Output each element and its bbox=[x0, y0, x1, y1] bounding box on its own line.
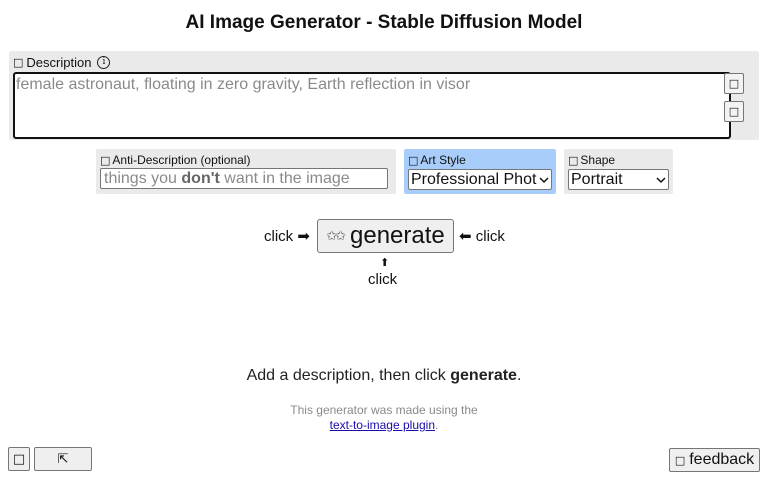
click-hint-below: click bbox=[368, 271, 398, 288]
footer-button-1[interactable]: □ bbox=[8, 447, 30, 471]
generate-row: click ➡ ✩✩ generate ⬅ click bbox=[0, 218, 768, 254]
art-style-panel: □ Art Style Professional Photo bbox=[404, 149, 556, 194]
shape-label-icon: □ bbox=[568, 153, 579, 167]
chevron-down-icon bbox=[539, 176, 549, 183]
shape-label: Shape bbox=[580, 153, 616, 167]
description-label-row: □ Description i bbox=[13, 55, 111, 70]
click-hint-right: ⬅ click bbox=[459, 228, 505, 245]
instruction-text: Add a description, then click generate. bbox=[246, 367, 522, 384]
description-panel: □ Description i bbox=[9, 51, 759, 140]
feedback-icon: □ bbox=[674, 453, 686, 467]
anti-description-label-icon: □ bbox=[100, 153, 111, 167]
art-style-label: Art Style bbox=[420, 153, 466, 167]
credit-line: This generator was made using the bbox=[290, 403, 478, 417]
art-style-label-row: □ Art Style bbox=[408, 153, 466, 167]
feedback-button[interactable]: □ feedback bbox=[669, 448, 760, 472]
plugin-link[interactable]: text-to-image plugin bbox=[330, 418, 435, 432]
art-style-selected: Professional Photo bbox=[411, 170, 537, 188]
page-title: AI Image Generator - Stable Diffusion Mo… bbox=[185, 12, 583, 33]
description-label-icon: □ bbox=[13, 56, 24, 69]
anti-description-input[interactable] bbox=[100, 168, 388, 189]
chevron-down-icon bbox=[656, 176, 666, 183]
description-side-button-1[interactable]: □ bbox=[724, 73, 744, 94]
anti-description-label-row: □ Anti-Description (optional) bbox=[100, 153, 250, 167]
generate-button[interactable]: ✩✩ generate bbox=[317, 219, 454, 253]
shape-label-row: □ Shape bbox=[568, 153, 615, 167]
art-style-label-icon: □ bbox=[408, 153, 419, 167]
shape-selected: Portrait bbox=[571, 170, 623, 188]
anti-description-panel: □ Anti-Description (optional) things you… bbox=[96, 149, 396, 194]
info-icon[interactable]: i bbox=[97, 56, 111, 69]
art-style-select[interactable]: Professional Photo bbox=[408, 169, 552, 190]
shape-panel: □ Shape Portrait bbox=[564, 149, 673, 194]
description-label: Description bbox=[26, 55, 92, 70]
description-textarea[interactable] bbox=[13, 72, 731, 139]
click-hint-left: click ➡ bbox=[264, 228, 310, 245]
sparkle-icon: ✩✩ bbox=[326, 228, 346, 244]
shape-select[interactable]: Portrait bbox=[568, 169, 669, 190]
generate-label: generate bbox=[350, 222, 445, 249]
anti-description-label: Anti-Description (optional) bbox=[112, 153, 251, 167]
description-side-button-2[interactable]: □ bbox=[724, 101, 744, 122]
feedback-label: feedback bbox=[689, 451, 755, 468]
up-arrow-icon: ⬆ bbox=[380, 256, 390, 269]
footer-button-2[interactable]: ⇱ bbox=[34, 447, 92, 471]
credit-text: This generator was made using the text-t… bbox=[0, 403, 768, 433]
